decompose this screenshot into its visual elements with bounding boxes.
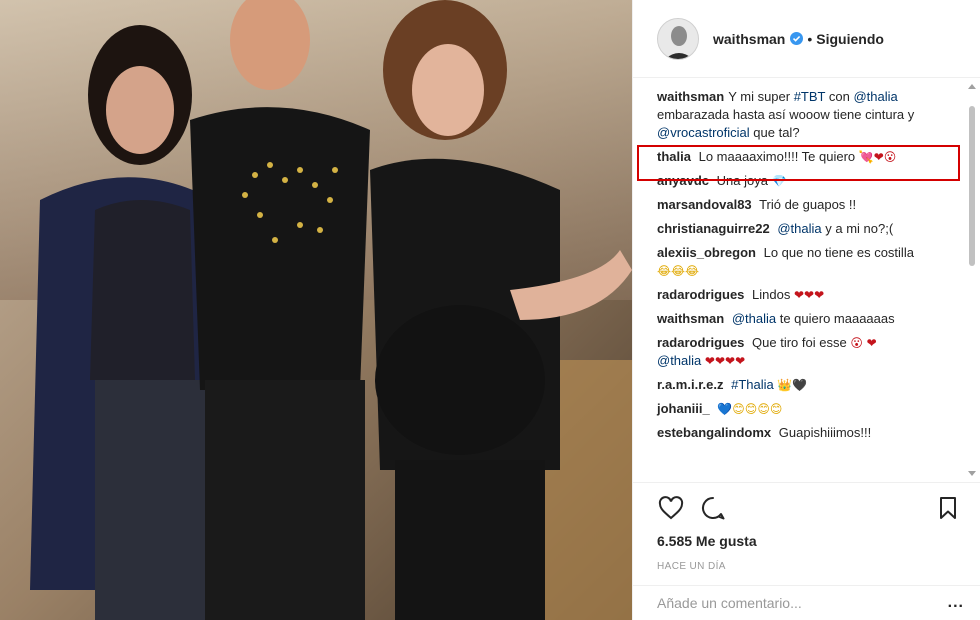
scroll-up-arrow-icon[interactable] [968,84,976,89]
comment-username[interactable]: johaniii_ [657,401,710,416]
comments-scrollbar[interactable] [966,82,978,478]
comment-text: Que tiro foi esse [752,335,847,350]
scroll-down-arrow-icon[interactable] [968,471,976,476]
caption-mention[interactable]: @thalia [853,89,897,104]
comment-item: johaniii_ 💙😊😊😊😊 [657,400,962,418]
caption-username[interactable]: waithsman [657,89,724,104]
comment-text: te quiero maaaaaas [776,311,895,326]
comment-text: Guapishiiimos!!! [778,425,872,440]
comment-item: anyavdc Una joya 💎 [657,172,962,190]
comment-hashtag[interactable]: #Thalia [731,377,774,392]
comments-list: waithsman Y mi super #TBT con @thalia emb… [633,88,962,476]
avatar-image [658,18,698,59]
comment-username[interactable]: waithsman [657,311,724,326]
comment-text: Lindos [752,287,791,302]
header-separator: • [807,30,813,47]
laughing-emoji-icon: 😂😂😂 [657,264,700,278]
crown-heart-emoji-icon: 👑🖤 [777,378,808,392]
comment-item: radarodrigues Lindos ❤❤❤ [657,286,962,304]
comment-text: Lo maaaaximo!!!! Te quiero [698,149,856,164]
comment-item: thalia Lo maaaaximo!!!! Te quiero 💘❤😮 [657,148,962,166]
comment-item: christianaguirre22 @thalia y a mi no?;( [657,220,962,238]
heart-emoji-icon: 💘❤😮 [858,150,897,164]
comment-username[interactable]: r.a.m.i.r.e.z [657,377,724,392]
comment-item: r.a.m.i.r.e.z #Thalia 👑🖤 [657,376,962,394]
post-actions: 6.585 Me gusta HACE UN DÍA [633,482,980,578]
comment-username[interactable]: radarodrigues [657,335,744,350]
comment-username[interactable]: marsandoval83 [657,197,752,212]
follow-status-button[interactable]: Siguiendo [816,31,884,47]
comment-mention[interactable]: @thalia [732,311,776,326]
post-photo[interactable] [0,0,632,620]
heart-emoji-icon: ❤❤❤ [793,288,825,302]
likes-count[interactable]: 6.585 Me gusta [657,533,962,549]
comment-mention[interactable]: @thalia [657,353,701,368]
comment-username[interactable]: alexiis_obregon [657,245,756,260]
surprised-heart-emoji-icon: 😮 ❤ [850,336,877,350]
comment-text: Trió de guapos !! [759,197,857,212]
comment-text: Una joya [716,173,768,188]
bookmark-icon[interactable] [934,494,962,522]
author-username[interactable]: waithsman [713,31,785,47]
comment-item: alexiis_obregon Lo que no tiene es costi… [657,244,962,280]
caption-mention[interactable]: @vrocastroficial [657,125,750,140]
comment-username[interactable]: radarodrigues [657,287,744,302]
comment-item: waithsman @thalia te quiero maaaaaas [657,310,962,328]
scrollbar-thumb[interactable] [969,106,975,266]
gem-emoji-icon: 💎 [771,174,787,188]
comment-mention[interactable]: @thalia [777,221,821,236]
comment-text: Lo que no tiene es costilla [763,245,914,260]
comment-username[interactable]: estebangalindomx [657,425,771,440]
comment-username[interactable]: anyavdc [657,173,709,188]
comment-item: estebangalindomx Guapishiiimos!!! [657,424,962,442]
caption-text: con [825,89,854,104]
smile-emoji-icon: 💙😊😊😊😊 [717,402,783,416]
caption-text: que tal? [749,125,800,140]
caption-text: Y mi super [728,89,794,104]
post-side-panel: waithsman • Siguiendo waithsman Y mi supe… [632,0,980,620]
caption-hashtag[interactable]: #TBT [794,89,826,104]
comment-input[interactable] [657,595,948,611]
caption-text: embarazada hasta así wooow tiene cintura… [657,107,915,122]
heart-emoji-icon: ❤❤❤❤ [704,354,746,368]
more-options-icon[interactable]: ... [948,594,964,612]
comment-item: radarodrigues Que tiro foi esse 😮 ❤ @tha… [657,334,962,370]
post-timestamp: HACE UN DÍA [657,561,726,572]
post-header: waithsman • Siguiendo [633,0,980,78]
comment-username[interactable]: thalia [657,149,691,164]
verified-badge-icon [790,32,804,45]
author-avatar[interactable] [657,17,699,60]
comment-item: marsandoval83 Trió de guapos !! [657,196,962,214]
caption: waithsman Y mi super #TBT con @thalia emb… [657,88,962,142]
comment-username[interactable]: christianaguirre22 [657,221,770,236]
comment-text: y a mi no?;( [821,221,894,236]
post-photo-image [0,0,632,620]
comment-bubble-icon[interactable] [699,494,727,522]
heart-outline-icon[interactable] [657,494,685,522]
add-comment-bar: ... [633,585,980,620]
